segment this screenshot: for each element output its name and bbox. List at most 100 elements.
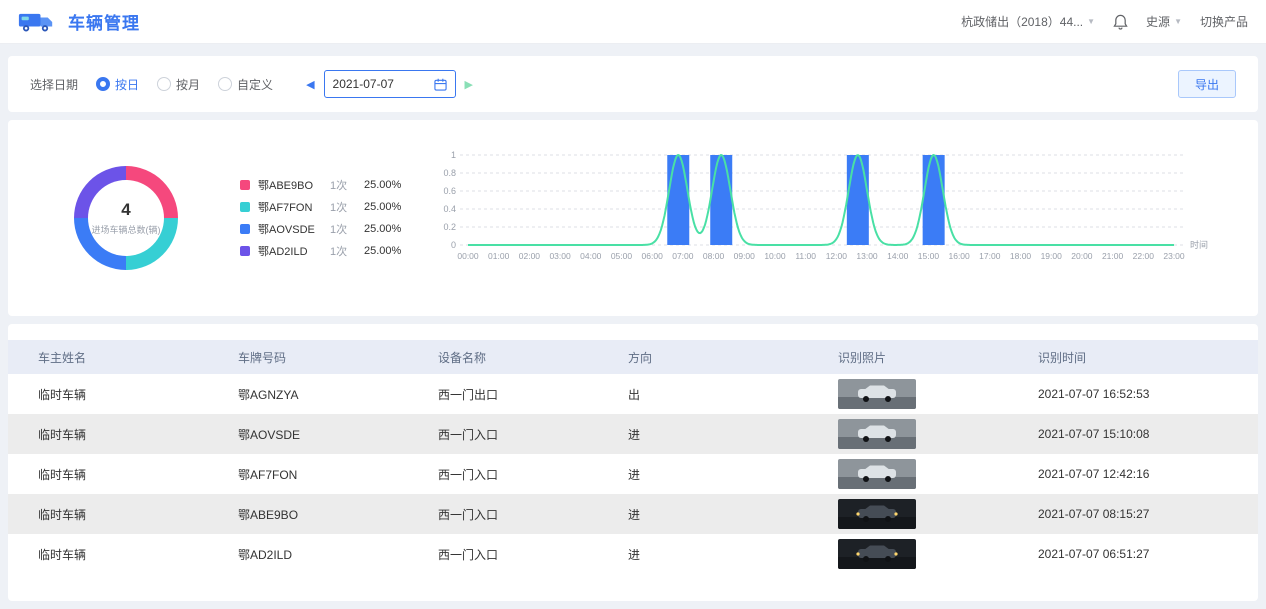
legend-swatch-icon — [240, 246, 250, 256]
col-header-photo: 识别照片 — [838, 349, 1038, 366]
project-name: 杭政储出（2018）44... — [961, 13, 1083, 30]
legend-percent: 25.00% — [364, 223, 401, 235]
statistics-panel: 4 进场车辆总数(辆) 鄂ABE9BO1次25.00%鄂AF7FON1次25.0… — [8, 120, 1258, 316]
radio-dot-icon — [96, 77, 110, 91]
col-header-direction: 方向 — [628, 349, 838, 366]
device-cell: 西一门出口 — [438, 386, 628, 403]
device-cell: 西一门入口 — [438, 426, 628, 443]
svg-text:0.2: 0.2 — [443, 222, 456, 232]
vehicle-photo[interactable] — [838, 419, 916, 449]
app-logo-truck-icon — [18, 8, 54, 36]
svg-text:16:00: 16:00 — [948, 251, 970, 261]
svg-text:12:00: 12:00 — [826, 251, 848, 261]
donut-center: 4 进场车辆总数(辆) — [88, 180, 164, 256]
vehicle-photo[interactable] — [838, 539, 916, 569]
owner-cell: 临时车辆 — [38, 466, 238, 483]
page-title: 车辆管理 — [68, 9, 140, 34]
svg-text:03:00: 03:00 — [549, 251, 571, 261]
svg-text:02:00: 02:00 — [519, 251, 541, 261]
svg-text:04:00: 04:00 — [580, 251, 602, 261]
user-name: 史源 — [1146, 13, 1170, 30]
top-navbar: 车辆管理 杭政储出（2018）44... ▼ 史源 ▼ 切换产品 — [0, 0, 1266, 44]
time-cell: 2021-07-07 15:10:08 — [1038, 427, 1258, 441]
direction-cell: 进 — [628, 506, 838, 523]
svg-text:20:00: 20:00 — [1071, 251, 1093, 261]
col-header-plate: 车牌号码 — [238, 349, 438, 366]
table-row: 临时车辆鄂AD2ILD西一门入口进2021-07-07 06:51:27 — [8, 534, 1258, 574]
radio-label: 自定义 — [237, 76, 273, 93]
svg-text:1: 1 — [451, 150, 456, 160]
direction-cell: 进 — [628, 426, 838, 443]
next-day-arrow[interactable]: ▶ — [465, 78, 473, 91]
radio-option[interactable]: 按日 — [96, 76, 139, 93]
table-row: 临时车辆鄂ABE9BO西一门入口进2021-07-07 08:15:27 — [8, 494, 1258, 534]
table-body: 临时车辆鄂AGNZYA西一门出口出2021-07-07 16:52:53临时车辆… — [8, 374, 1258, 574]
date-mode-radio-group: 按日 按月 自定义 — [96, 76, 273, 93]
svg-text:11:00: 11:00 — [795, 251, 816, 261]
svg-text:13:00: 13:00 — [856, 251, 878, 261]
recognition-table: 车主姓名 车牌号码 设备名称 方向 识别照片 识别时间 临时车辆鄂AGNZYA西… — [8, 324, 1258, 601]
filter-bar: 选择日期 按日 按月 自定义 ◀ 2021-07-07 ▶ 导出 — [8, 56, 1258, 112]
svg-text:17:00: 17:00 — [979, 251, 1001, 261]
previous-day-arrow[interactable]: ◀ — [306, 78, 314, 91]
svg-text:00:00: 00:00 — [457, 251, 479, 261]
radio-option[interactable]: 按月 — [157, 76, 200, 93]
owner-cell: 临时车辆 — [38, 386, 238, 403]
user-menu[interactable]: 史源 ▼ — [1146, 13, 1182, 30]
svg-text:23:00: 23:00 — [1163, 251, 1185, 261]
legend-item: 鄂AF7FON1次25.00% — [240, 196, 410, 218]
legend-item: 鄂AOVSDE1次25.00% — [240, 218, 410, 240]
hourly-entry-chart: 00.20.40.60.8100:0001:0002:0003:0004:000… — [432, 141, 1232, 296]
legend-plate: 鄂ABE9BO — [258, 177, 330, 193]
device-cell: 西一门入口 — [438, 546, 628, 563]
legend-swatch-icon — [240, 202, 250, 212]
legend-item: 鄂AD2ILD1次25.00% — [240, 240, 410, 262]
total-vehicles-label: 进场车辆总数(辆) — [92, 223, 161, 236]
svg-text:10:00: 10:00 — [764, 251, 786, 261]
svg-text:01:00: 01:00 — [488, 251, 510, 261]
direction-cell: 进 — [628, 466, 838, 483]
owner-cell: 临时车辆 — [38, 506, 238, 523]
legend-count: 1次 — [330, 177, 364, 193]
svg-text:15:00: 15:00 — [918, 251, 940, 261]
svg-text:0.4: 0.4 — [443, 204, 456, 214]
legend-plate: 鄂AOVSDE — [258, 221, 330, 237]
radio-label: 按月 — [176, 76, 200, 93]
chevron-down-icon: ▼ — [1087, 17, 1095, 26]
radio-option[interactable]: 自定义 — [218, 76, 273, 93]
chevron-down-icon: ▼ — [1174, 17, 1182, 26]
svg-text:14:00: 14:00 — [887, 251, 909, 261]
topbar-actions: 杭政储出（2018）44... ▼ 史源 ▼ 切换产品 — [961, 13, 1248, 30]
donut-legend: 鄂ABE9BO1次25.00%鄂AF7FON1次25.00%鄂AOVSDE1次2… — [240, 174, 410, 262]
svg-text:05:00: 05:00 — [611, 251, 633, 261]
switch-product-link[interactable]: 切换产品 — [1200, 13, 1248, 30]
table-header-row: 车主姓名 车牌号码 设备名称 方向 识别照片 识别时间 — [8, 340, 1258, 374]
project-selector[interactable]: 杭政储出（2018）44... ▼ — [961, 13, 1095, 30]
legend-item: 鄂ABE9BO1次25.00% — [240, 174, 410, 196]
date-picker-input[interactable]: 2021-07-07 — [324, 70, 456, 98]
svg-text:0.6: 0.6 — [443, 186, 456, 196]
legend-count: 1次 — [330, 199, 364, 215]
total-vehicles-value: 4 — [121, 200, 130, 220]
export-button[interactable]: 导出 — [1178, 70, 1236, 98]
device-cell: 西一门入口 — [438, 466, 628, 483]
legend-plate: 鄂AF7FON — [258, 199, 330, 215]
svg-text:19:00: 19:00 — [1041, 251, 1063, 261]
vehicle-photo[interactable] — [838, 459, 916, 489]
owner-cell: 临时车辆 — [38, 426, 238, 443]
legend-percent: 25.00% — [364, 179, 401, 191]
date-filter-label: 选择日期 — [30, 76, 78, 93]
time-cell: 2021-07-07 12:42:16 — [1038, 467, 1258, 481]
date-value: 2021-07-07 — [333, 77, 394, 91]
notification-bell-icon[interactable] — [1113, 13, 1128, 30]
svg-text:22:00: 22:00 — [1133, 251, 1155, 261]
legend-swatch-icon — [240, 224, 250, 234]
owner-cell: 临时车辆 — [38, 546, 238, 563]
vehicle-photo[interactable] — [838, 379, 916, 409]
svg-text:18:00: 18:00 — [1010, 251, 1032, 261]
table-row: 临时车辆鄂AF7FON西一门入口进2021-07-07 12:42:16 — [8, 454, 1258, 494]
legend-count: 1次 — [330, 221, 364, 237]
vehicle-photo[interactable] — [838, 499, 916, 529]
device-cell: 西一门入口 — [438, 506, 628, 523]
col-header-owner: 车主姓名 — [38, 349, 238, 366]
